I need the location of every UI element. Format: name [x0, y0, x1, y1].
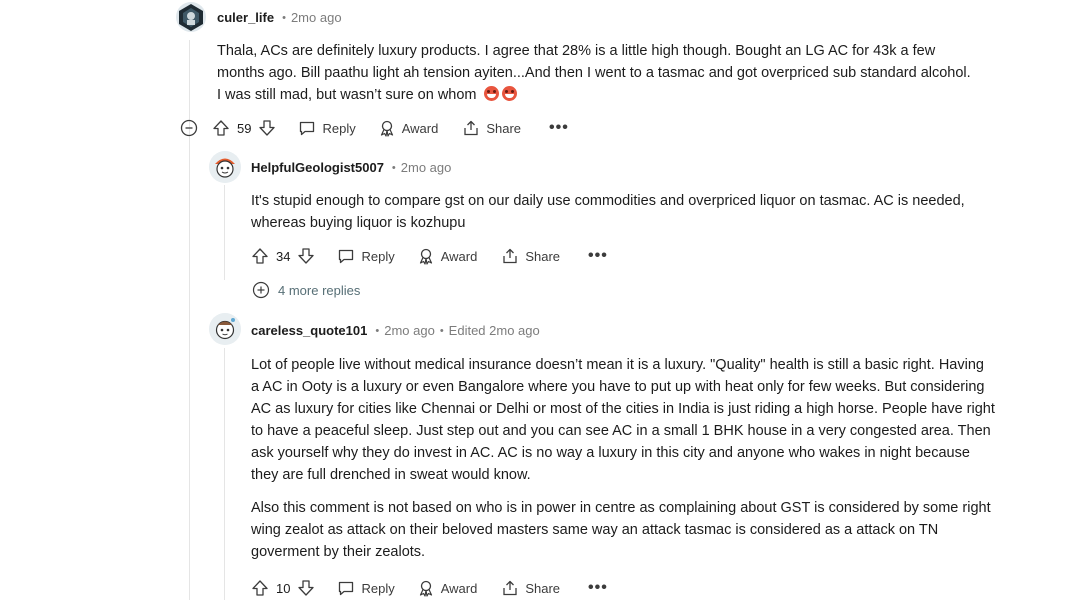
share-icon [464, 120, 478, 136]
comment-body: Lot of people live without medical insur… [251, 354, 996, 563]
collapse-button[interactable] [180, 119, 198, 137]
upvote-icon [252, 248, 268, 264]
award-label: Award [440, 248, 478, 264]
more-options-icon[interactable]: ••• [588, 579, 608, 597]
meta-separator: • [282, 11, 286, 24]
avatar[interactable] [176, 2, 206, 32]
share-label: Share [486, 120, 522, 136]
comment-meta: culer_life • 2mo ago [217, 10, 342, 25]
upvote-icon [252, 580, 268, 596]
edited-label: Edited 2mo ago [448, 323, 540, 338]
share-icon [503, 580, 517, 596]
comment-paragraph: Lot of people live without medical insur… [251, 357, 995, 483]
meta-separator: • [375, 324, 380, 337]
share-button[interactable]: Share [501, 247, 560, 265]
collapse-icon [180, 119, 198, 137]
award-button[interactable]: Award [417, 579, 478, 597]
share-label: Share [525, 248, 561, 264]
avatar[interactable] [209, 313, 241, 345]
username[interactable]: culer_life [217, 10, 274, 25]
downvote-button[interactable] [258, 119, 276, 137]
vote-count: 59 [237, 120, 252, 136]
more-replies-button[interactable]: 4 more replies [252, 281, 360, 299]
comment-icon [339, 581, 354, 596]
upvote-button[interactable] [251, 247, 269, 265]
reply-label: Reply [361, 580, 395, 596]
share-button[interactable]: Share [501, 579, 560, 597]
comment-text: Thala, ACs are definitely luxury product… [217, 43, 971, 103]
comment-meta: HelpfulGeologist5007 • 2mo ago [251, 160, 451, 175]
award-button[interactable]: Award [378, 119, 439, 137]
share-button[interactable]: Share [462, 119, 521, 137]
reply-label: Reply [361, 248, 395, 264]
reply-button[interactable]: Reply [298, 119, 356, 137]
meta-separator: • [391, 161, 396, 174]
vote-count: 10 [276, 580, 291, 596]
username[interactable]: careless_quote101 [251, 323, 367, 338]
grinning-emoji-icon [501, 86, 517, 101]
thread-line-reply-2 [224, 348, 225, 600]
thread-line-reply-1 [224, 185, 225, 280]
award-icon [380, 120, 393, 137]
reply-label: Reply [322, 120, 356, 136]
downvote-icon [298, 248, 315, 264]
upvote-icon [213, 120, 229, 136]
more-options-icon[interactable]: ••• [588, 247, 608, 265]
comment-icon [300, 121, 315, 136]
grinning-emoji-icon [483, 86, 499, 101]
award-label: Award [401, 120, 439, 136]
downvote-button[interactable] [297, 579, 315, 597]
comment-paragraph: Also this comment is not based on who is… [251, 500, 991, 560]
upvote-button[interactable] [251, 579, 269, 597]
more-options-icon[interactable]: ••• [549, 119, 569, 137]
username[interactable]: HelpfulGeologist5007 [251, 160, 384, 175]
comment-actions: 10 Reply Award Share ••• [251, 575, 608, 600]
downvote-icon [259, 120, 276, 136]
reply-button[interactable]: Reply [337, 247, 395, 265]
award-icon [419, 248, 432, 265]
more-replies-label: 4 more replies [278, 282, 361, 298]
comment-actions: 34 Reply Award Share ••• [251, 243, 608, 269]
plus-circle-icon [252, 281, 270, 299]
comment-body: Thala, ACs are definitely luxury product… [217, 40, 977, 106]
reply-button[interactable]: Reply [337, 579, 395, 597]
award-button[interactable]: Award [417, 247, 478, 265]
timestamp[interactable]: 2mo ago [384, 323, 435, 338]
award-icon [419, 580, 432, 597]
downvote-button[interactable] [297, 247, 315, 265]
comment-meta: careless_quote101 • 2mo ago • Edited 2mo… [251, 323, 540, 338]
award-label: Award [440, 580, 478, 596]
share-icon [503, 248, 517, 264]
comment-icon [339, 249, 354, 264]
comment-body: It's stupid enough to compare gst on our… [251, 193, 965, 231]
comment-actions: 59 Reply Award Share ••• [180, 115, 569, 141]
upvote-button[interactable] [212, 119, 230, 137]
timestamp[interactable]: 2mo ago [401, 160, 452, 175]
downvote-icon [298, 580, 315, 596]
timestamp[interactable]: 2mo ago [291, 10, 342, 25]
vote-count: 34 [276, 248, 291, 264]
meta-separator: • [439, 324, 444, 337]
avatar[interactable] [209, 151, 241, 183]
share-label: Share [525, 580, 561, 596]
